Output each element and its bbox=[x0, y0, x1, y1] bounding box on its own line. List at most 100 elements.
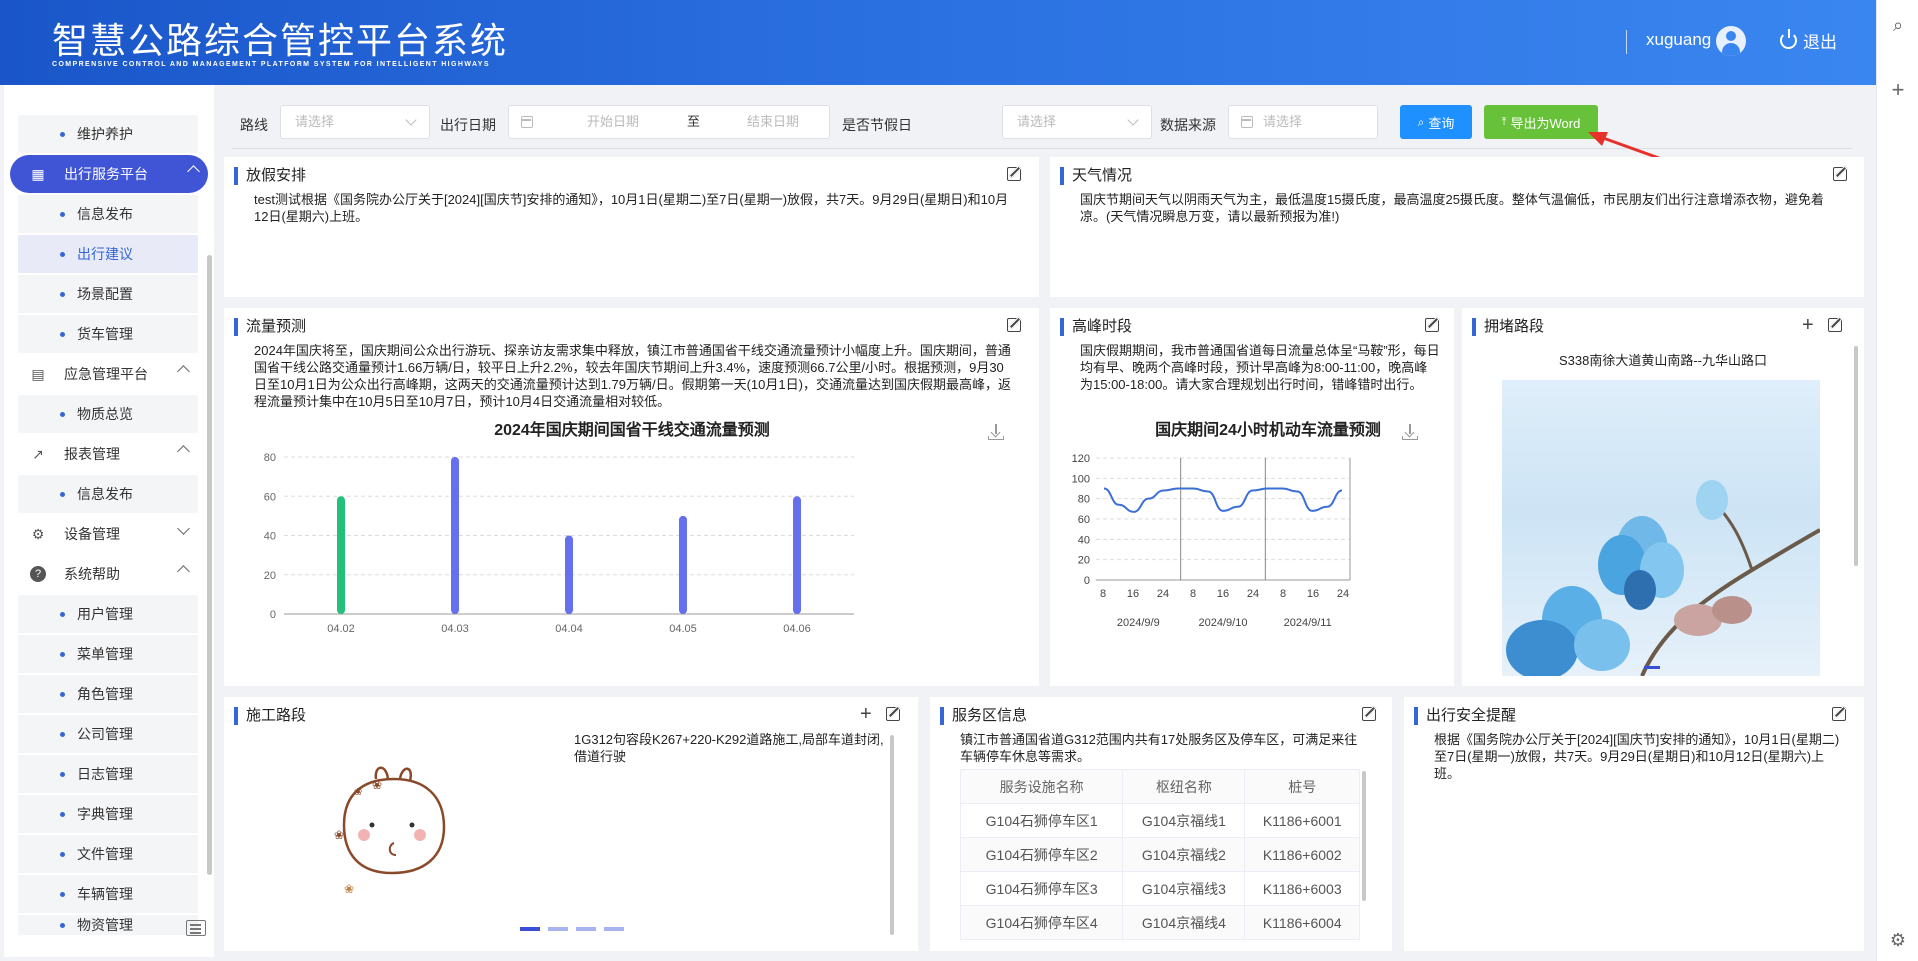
sidebar-item-files[interactable]: 文件管理 bbox=[18, 835, 198, 873]
collapse-menu-icon[interactable] bbox=[186, 920, 206, 936]
app-header: 智慧公路综合管控平台系统 COMPRENSIVE CONTROL AND MAN… bbox=[0, 0, 1876, 85]
x-tick-label: 24 bbox=[1157, 588, 1169, 600]
sidebar-scrollbar[interactable] bbox=[207, 255, 212, 875]
safety-card-title: 出行安全提醒 bbox=[1414, 707, 1516, 725]
sidebar-item-supplies[interactable]: 物资管理 bbox=[18, 915, 198, 935]
x-group-label: 2024/9/10 bbox=[1199, 617, 1248, 629]
add-icon[interactable]: + bbox=[860, 704, 872, 724]
app-subtitle: COMPRENSIVE CONTROL AND MANAGEMENT PLATF… bbox=[52, 61, 490, 68]
service-card: 服务区信息 镇江市普通国省道G312范围内共有17处服务区及停车区，可满足来往车… bbox=[930, 697, 1392, 951]
x-tick-label: 24 bbox=[1337, 588, 1349, 600]
upload-icon: ⤒ bbox=[1501, 115, 1507, 128]
holiday-select[interactable]: 请选择 bbox=[1002, 105, 1152, 139]
table-row: G104石狮停车区4 G104京福线4 K1186+6004 bbox=[959, 905, 1360, 940]
service-table: 服务设施名称 枢纽名称 桩号 G104石狮停车区1 G104京福线1 K1186+6… bbox=[959, 769, 1360, 940]
edit-icon[interactable] bbox=[1828, 318, 1842, 332]
table-header-row: 服务设施名称 枢纽名称 桩号 bbox=[959, 769, 1360, 804]
query-button[interactable]: ⌕ 查询 bbox=[1400, 105, 1472, 139]
source-label: 数据来源 bbox=[1160, 117, 1216, 133]
bar bbox=[565, 535, 573, 614]
y-tick-label: 40 bbox=[264, 531, 276, 543]
logout-button[interactable]: 退出 bbox=[1780, 28, 1837, 53]
construction-scrollbar[interactable] bbox=[890, 735, 894, 935]
avatar[interactable] bbox=[1716, 26, 1746, 56]
svg-text:❀: ❀ bbox=[372, 778, 382, 792]
route-label: 路线 bbox=[240, 117, 268, 133]
edit-icon[interactable] bbox=[886, 707, 900, 721]
sidebar-item-menus[interactable]: 菜单管理 bbox=[18, 635, 198, 673]
end-date-input[interactable]: 结束日期 bbox=[747, 106, 799, 138]
sidebar-group-devices[interactable]: ⚙ 设备管理 bbox=[18, 515, 198, 553]
sidebar-item-users[interactable]: 用户管理 bbox=[18, 595, 198, 633]
sidebar-item-companies[interactable]: 公司管理 bbox=[18, 715, 198, 753]
edit-icon[interactable] bbox=[1832, 707, 1846, 721]
holiday-card: 放假安排 test测试根据《国务院办公厅关于[2024][国庆节]安排的通知》，… bbox=[224, 157, 1039, 297]
edit-icon[interactable] bbox=[1362, 707, 1376, 721]
x-tick-label: 04.02 bbox=[327, 623, 355, 635]
sidebar-item-report-info[interactable]: 信息发布 bbox=[18, 475, 198, 513]
sidebar-item-info-publish[interactable]: 信息发布 bbox=[18, 195, 198, 233]
date-range-picker[interactable]: 开始日期 至 结束日期 bbox=[508, 105, 830, 139]
edit-icon[interactable] bbox=[1833, 167, 1847, 181]
sidebar-item-maintenance[interactable]: 维护养护 bbox=[18, 115, 198, 153]
bar-chart-title: 2024年国庆期间国省干线交通流量预测 bbox=[494, 420, 770, 439]
sidebar-item-truck-manage[interactable]: 货车管理 bbox=[18, 315, 198, 353]
plus-icon[interactable]: + bbox=[1888, 79, 1908, 101]
y-tick-label: 20 bbox=[1078, 555, 1090, 567]
congestion-road: S338南徐大道黄山南路--九华山路口 bbox=[1558, 353, 1768, 368]
weather-card: 天气情况 国庆节期间天气以阴雨天气为主，最低温度15摄氏度，最高温度25摄氏度。… bbox=[1050, 157, 1864, 297]
export-word-button[interactable]: ⤒ 导出为Word bbox=[1484, 105, 1598, 139]
username[interactable]: xuguang bbox=[1646, 30, 1711, 50]
calendar-icon bbox=[1241, 116, 1253, 128]
flow-card: 流量预测 2024年国庆将至，国庆期间公众出行游玩、探亲访友需求集中释放，镇江市… bbox=[224, 308, 1039, 686]
dashboard-icon: ▦ bbox=[31, 166, 45, 182]
x-tick-label: 16 bbox=[1217, 588, 1229, 600]
sidebar-group-help[interactable]: ? 系统帮助 bbox=[18, 555, 198, 593]
y-tick-label: 80 bbox=[264, 452, 276, 464]
sidebar-item-material-overview[interactable]: 物质总览 bbox=[18, 395, 198, 433]
column-header: 桩号 bbox=[1244, 769, 1360, 804]
construction-card-title: 施工路段 bbox=[234, 707, 306, 725]
carousel-dots[interactable] bbox=[520, 927, 624, 931]
y-tick-label: 40 bbox=[1078, 534, 1090, 546]
x-tick-label: 24 bbox=[1247, 588, 1259, 600]
x-tick-label: 04.05 bbox=[669, 623, 697, 635]
sidebar-group-reports[interactable]: ↗ 报表管理 bbox=[18, 435, 198, 473]
svg-text:❀: ❀ bbox=[354, 787, 362, 798]
congestion-scrollbar[interactable] bbox=[1854, 346, 1858, 566]
line-chart-title: 国庆期间24小时机动车流量预测 bbox=[1155, 420, 1381, 439]
calendar-icon bbox=[521, 116, 533, 128]
search-icon: ⌕ bbox=[1417, 114, 1425, 129]
congestion-card: 拥堵路段 + S338南徐大道黄山南路--九华山路口 bbox=[1462, 308, 1864, 686]
service-scrollbar[interactable] bbox=[1362, 771, 1366, 901]
search-icon[interactable]: ⌕ bbox=[1888, 15, 1908, 35]
add-icon[interactable]: + bbox=[1802, 315, 1814, 335]
settings-icon[interactable]: ⚙ bbox=[1888, 930, 1908, 950]
sidebar-group-travel-service[interactable]: ▦ 出行服务平台 bbox=[10, 155, 208, 193]
sidebar-item-logs[interactable]: 日志管理 bbox=[18, 755, 198, 793]
x-tick-label: 04.03 bbox=[441, 623, 469, 635]
sidebar-item-roles[interactable]: 角色管理 bbox=[18, 675, 198, 713]
date-label: 出行日期 bbox=[440, 117, 496, 133]
table-row: G104石狮停车区2 G104京福线2 K1186+6002 bbox=[959, 837, 1360, 872]
sidebar-item-dictionary[interactable]: 字典管理 bbox=[18, 795, 198, 833]
sidebar-item-travel-advice[interactable]: 出行建议 bbox=[18, 235, 198, 273]
x-tick-label: 16 bbox=[1127, 588, 1139, 600]
bar bbox=[451, 457, 459, 614]
source-picker[interactable]: 请选择 bbox=[1228, 105, 1378, 139]
route-select[interactable]: 请选择 bbox=[280, 105, 430, 139]
bar bbox=[793, 496, 801, 614]
holiday-card-title: 放假安排 bbox=[234, 167, 306, 185]
x-tick-label: 04.04 bbox=[555, 623, 583, 635]
congestion-card-title: 拥堵路段 bbox=[1472, 318, 1544, 336]
y-tick-label: 60 bbox=[1078, 514, 1090, 526]
sidebar-item-scene-config[interactable]: 场景配置 bbox=[18, 275, 198, 313]
y-tick-label: 120 bbox=[1072, 453, 1090, 465]
weather-text: 国庆节期间天气以阴雨天气为主，最低温度15摄氏度，最高温度25摄氏度。整体气温偏… bbox=[1080, 192, 1824, 224]
safety-text: 根据《国务院办公厅关于[2024][国庆节]安排的通知》，10月1日(星期二)至… bbox=[1434, 732, 1840, 781]
sidebar-group-emergency[interactable]: ▤ 应急管理平台 bbox=[18, 355, 198, 393]
gear-icon: ⚙ bbox=[31, 526, 45, 542]
edit-icon[interactable] bbox=[1007, 167, 1021, 181]
sidebar-item-vehicles[interactable]: 车辆管理 bbox=[18, 875, 198, 913]
start-date-input[interactable]: 开始日期 bbox=[587, 106, 639, 138]
